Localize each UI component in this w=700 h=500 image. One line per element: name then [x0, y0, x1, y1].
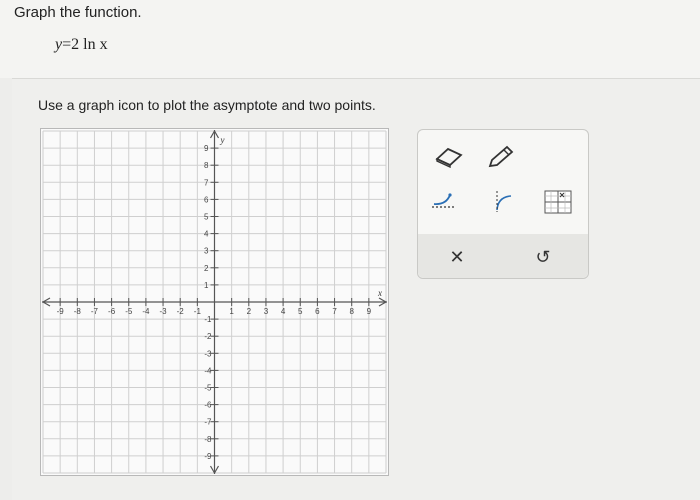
function-equation: y=2 ln x: [55, 36, 108, 53]
y-axis-label: y: [220, 135, 225, 145]
x-tick-label: -4: [142, 307, 150, 316]
x-tick-label: 2: [247, 307, 252, 316]
grid-graph-icon: [544, 190, 572, 214]
y-tick-label: -9: [204, 452, 212, 461]
y-tick-label: -3: [204, 349, 212, 358]
pencil-tool[interactable]: [484, 140, 518, 174]
x-tick-label: 5: [298, 307, 303, 316]
y-tick-label: -5: [204, 384, 212, 393]
question-prompt: Graph the function.: [14, 4, 142, 21]
x-tick-label: -3: [159, 307, 167, 316]
undo-button[interactable]: ↺: [530, 244, 556, 270]
x-axis-label: x: [377, 288, 382, 298]
y-tick-label: 6: [204, 195, 209, 204]
y-tick-label: -2: [204, 332, 212, 341]
x-tick-label: -2: [177, 307, 185, 316]
equation-rhs: 2 ln x: [71, 36, 108, 53]
y-tick-label: 9: [204, 144, 209, 153]
y-tick-label: 3: [204, 247, 209, 256]
y-tick-label: 8: [204, 161, 209, 170]
asymptote-tool[interactable]: [426, 186, 462, 216]
y-tick-label: 7: [204, 178, 209, 187]
dashed-asymptote-icon: [432, 193, 456, 208]
y-tick-label: 5: [204, 213, 209, 222]
eraser-tool[interactable]: [432, 140, 466, 174]
x-tick-label: 4: [281, 307, 286, 316]
y-tick-label: -4: [204, 366, 212, 375]
graph-grid-tool[interactable]: [542, 188, 574, 216]
x-tick-label: 1: [229, 307, 234, 316]
y-tick-label: -7: [204, 418, 212, 427]
y-tick-label: -8: [204, 435, 212, 444]
x-tick-label: 9: [367, 307, 372, 316]
graph-canvas[interactable]: -9 -8 -7 -6 -5 -4 -3 -2 -1 1 2 3 4 5 6 7 8 9 1 2 3 4 5 6 7 8 9 -1 -2…: [40, 128, 389, 476]
y-tick-label: 2: [204, 264, 209, 273]
coordinate-grid[interactable]: -9 -8 -7 -6 -5 -4 -3 -2 -1 1 2 3 4 5 6 7 8 9 1 2 3 4 5 6 7 8 9 -1 -2…: [41, 129, 388, 475]
clear-button[interactable]: ✕: [444, 244, 470, 270]
x-tick-label: -8: [74, 307, 82, 316]
x-tick-label: -5: [125, 307, 133, 316]
x-tick-label: -9: [57, 307, 65, 316]
instruction-text: Use a graph icon to plot the asymptote a…: [38, 97, 376, 113]
y-tick-label: 1: [204, 281, 209, 290]
x-tick-label: -1: [194, 307, 202, 316]
pencil-icon: [488, 145, 514, 168]
log-curve-icon: [496, 191, 512, 212]
eraser-icon: [435, 147, 463, 168]
equation-lhs: y: [55, 36, 63, 53]
x-tick-label: 7: [332, 307, 337, 316]
graph-toolbox: ✕ ↺: [417, 129, 589, 279]
x-tick-label: 8: [349, 307, 354, 316]
undo-icon: ↺: [535, 246, 551, 267]
x-tick-label: -7: [91, 307, 99, 316]
action-bar: ✕ ↺: [418, 234, 588, 278]
y-tick-label: 4: [204, 230, 209, 239]
question-area: Graph the function. y=2 ln x: [0, 0, 700, 78]
y-tick-label: -1: [204, 315, 212, 324]
x-tick-label: 6: [315, 307, 320, 316]
close-icon: ✕: [449, 246, 465, 267]
x-tick-label: -6: [108, 307, 116, 316]
log-curve-tool[interactable]: [486, 186, 522, 216]
x-tick-label: 3: [264, 307, 269, 316]
y-tick-label: -6: [204, 401, 212, 410]
